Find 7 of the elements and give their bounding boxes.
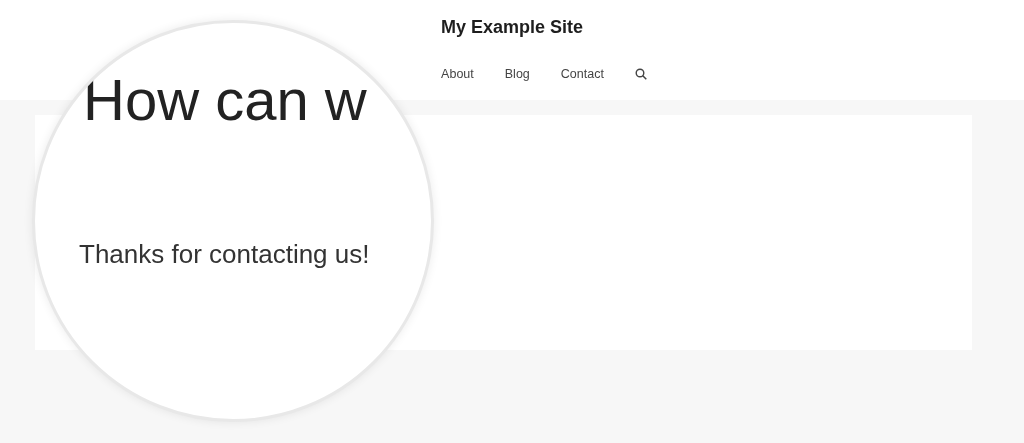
search-icon[interactable] bbox=[634, 68, 647, 81]
page-heading: How can w bbox=[83, 71, 367, 129]
nav-link[interactable]: About bbox=[441, 65, 474, 84]
confirmation-message: Thanks for contacting us! bbox=[79, 241, 370, 267]
nav-link[interactable]: Contact bbox=[560, 65, 604, 84]
nav-link[interactable]: Blog bbox=[504, 65, 530, 84]
site-title[interactable]: My Example Site bbox=[440, 0, 584, 41]
